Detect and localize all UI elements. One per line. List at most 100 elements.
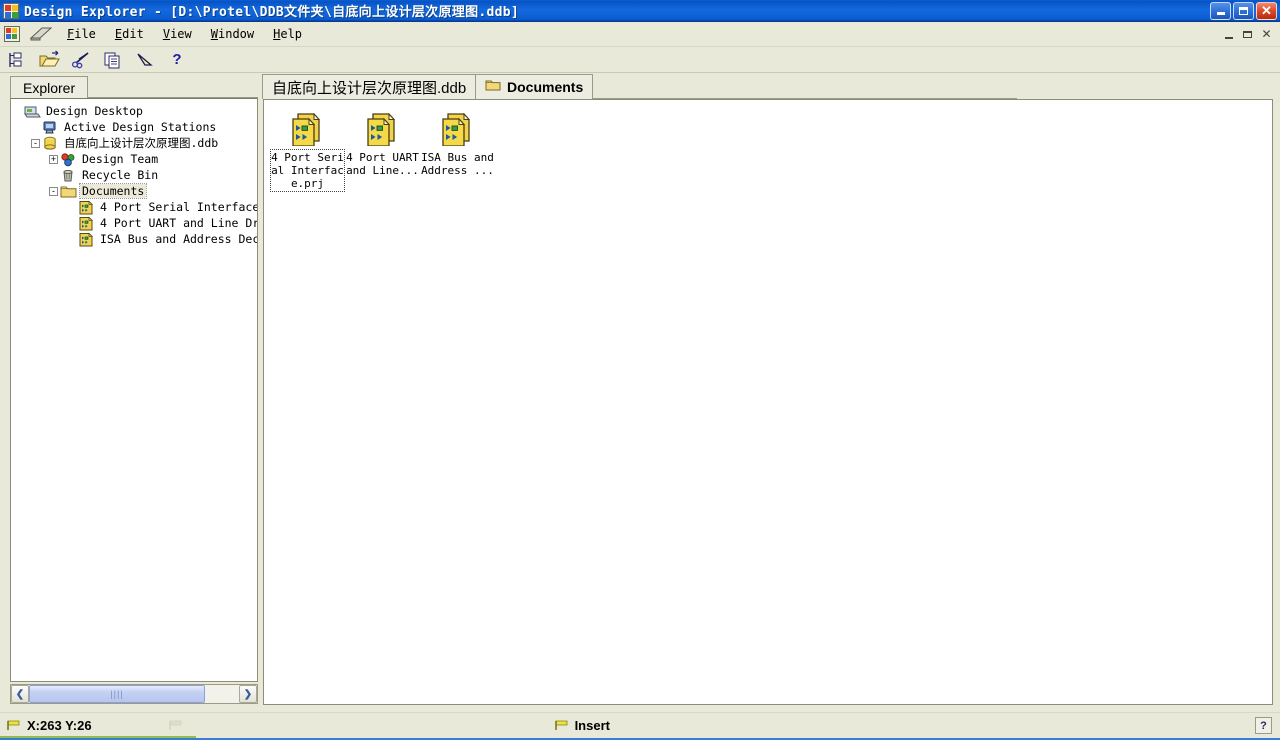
mdi-window-controls: ✕ — [1221, 27, 1280, 41]
toolbar-explorer-panel-button[interactable] — [6, 50, 28, 70]
tree-item-documents-label: Documents — [78, 183, 148, 199]
explorer-tab-filler — [82, 80, 258, 98]
tree-item-documents[interactable]: - Documents — [13, 183, 257, 199]
toolbar-help-button[interactable]: ? — [166, 50, 188, 70]
menu-window-rest: indow — [218, 27, 255, 41]
document-item-isa-bus-and-address[interactable]: ISA Bus and Address ... — [420, 108, 495, 178]
protel-app-icon — [3, 2, 19, 19]
tree-item-ddb-label: 自底向上设计层次原理图.ddb — [64, 136, 219, 150]
menu-bar: File Edit View Window Help ✕ — [0, 22, 1280, 47]
question-mark-icon-status: ? — [1260, 719, 1267, 732]
tree-item-4-port-uart-and-line-driver-label: 4 Port UART and Line Drive — [100, 216, 258, 230]
status-coordinates: X:263 Y:26 — [6, 718, 92, 733]
mdi-app-icon[interactable] — [4, 26, 20, 42]
menu-edit-rest: dit — [122, 27, 144, 41]
tree-item-design-desktop[interactable]: Design Desktop — [13, 103, 257, 119]
document-panel: 自底向上设计层次原理图.ddb Documents 4 Port Serial … — [262, 74, 1274, 706]
status-coordinates-label: X:263 Y:26 — [27, 718, 92, 733]
menu-file-rest: ile — [74, 27, 96, 41]
menu-help[interactable]: Help — [270, 25, 305, 43]
document-items: 4 Port Serial Interface.prj 4 Port UART a… — [264, 100, 1272, 199]
menu-window[interactable]: Window — [208, 25, 257, 43]
tree-item-design-team[interactable]: + Design Team — [13, 151, 257, 167]
tree-item-design-desktop-label: Design Desktop — [46, 104, 143, 118]
tree-item-4-port-uart-and-line-driver[interactable]: 4 Port UART and Line Drive — [13, 215, 257, 231]
breadcrumb-tab-ddb-label: 自底向上设计层次原理图.ddb — [272, 79, 467, 97]
project-file-icon — [78, 216, 95, 231]
mdi-restore-button[interactable] — [1240, 27, 1255, 41]
hscroll-track[interactable]: |||| — [29, 685, 239, 703]
breadcrumb: 自底向上设计层次原理图.ddb Documents — [262, 74, 1274, 99]
tree-item-active-design-stations-label: Active Design Stations — [64, 120, 217, 134]
explorer-hscrollbar[interactable]: ❮ |||| ❯ — [10, 684, 258, 704]
menu-edit[interactable]: Edit — [112, 25, 147, 43]
ddb-icon — [42, 136, 59, 151]
document-item-4-port-uart-and-line[interactable]: 4 Port UART and Line... — [345, 108, 420, 178]
status-insert-label: Insert — [574, 718, 610, 733]
collapse-icon[interactable]: - — [49, 186, 58, 196]
toolbar-cut-button[interactable] — [70, 50, 92, 70]
toolbar: ? — [0, 47, 1280, 73]
hscroll-left-button[interactable]: ❮ — [11, 685, 29, 703]
title-bar: Design Explorer - [D:\Protel\DDB文件夹\自底向上… — [0, 0, 1280, 22]
mdi-close-button[interactable]: ✕ — [1259, 27, 1274, 41]
breadcrumb-tab-ddb[interactable]: 自底向上设计层次原理图.ddb — [262, 74, 477, 99]
tree-root: Design Desktop Active Design Stations - 自底向… — [11, 99, 257, 247]
expand-icon[interactable]: + — [49, 154, 58, 164]
tab-explorer[interactable]: Explorer — [10, 76, 89, 98]
status-help-button[interactable]: ? — [1255, 717, 1272, 734]
status-secondary-icon — [168, 719, 183, 732]
breadcrumb-tab-documents[interactable]: Documents — [475, 74, 594, 99]
minimize-glyph — [1216, 12, 1225, 15]
document-item-4-port-serial-interface-label: 4 Port Serial Interface.prj — [270, 149, 345, 192]
tree-item-design-team-label: Design Team — [82, 152, 159, 166]
mdi-restore-glyph — [1243, 30, 1252, 38]
folder-icon — [485, 78, 501, 96]
window-title: Design Explorer - [D:\Protel\DDB文件夹\自底向上… — [24, 5, 520, 20]
project-doc-icon — [438, 110, 478, 147]
project-file-icon — [78, 232, 95, 247]
menu-item-list: File Edit View Window Help — [64, 25, 305, 43]
toolbar-paste-arrow-button[interactable] — [134, 50, 156, 70]
window-controls: ✕ — [1210, 1, 1280, 20]
menu-help-rest: elp — [280, 27, 303, 41]
desktop-icon — [24, 104, 41, 119]
document-list-area[interactable]: 4 Port Serial Interface.prj 4 Port UART a… — [263, 99, 1273, 705]
document-item-4-port-serial-interface[interactable]: 4 Port Serial Interface.prj — [270, 108, 345, 192]
hscroll-thumb-grip: |||| — [110, 689, 124, 699]
status-insert-mode: Insert — [554, 718, 610, 733]
minimize-button[interactable] — [1210, 1, 1231, 20]
collapse-icon[interactable]: - — [31, 138, 40, 148]
tree-item-active-design-stations[interactable]: Active Design Stations — [13, 119, 257, 135]
maximize-glyph — [1239, 6, 1248, 15]
project-doc-icon — [288, 110, 328, 147]
status-bar: X:263 Y:26 Insert ? — [0, 712, 1280, 738]
explorer-panel: Explorer Design Desktop Active Design Sta… — [4, 76, 258, 706]
mdi-minimize-button[interactable] — [1221, 27, 1236, 41]
menu-file[interactable]: File — [64, 25, 99, 43]
toolbar-copy-button[interactable] — [102, 50, 124, 70]
tree-item-4-port-serial-interface[interactable]: 4 Port Serial Interface.pr — [13, 199, 257, 215]
mdi-minimize-glyph — [1224, 36, 1233, 39]
menu-view[interactable]: View — [160, 25, 195, 43]
question-mark-icon: ? — [172, 51, 182, 68]
flag-icon — [6, 719, 21, 732]
tab-explorer-label: Explorer — [23, 79, 76, 96]
explorer-tree[interactable]: Design Desktop Active Design Stations - 自底向… — [10, 98, 258, 682]
tree-item-recycle-bin-label: Recycle Bin — [82, 168, 159, 182]
flag-icon-insert — [554, 719, 569, 732]
tree-item-recycle-bin[interactable]: Recycle Bin — [13, 167, 257, 183]
tree-item-ddb[interactable]: - 自底向上设计层次原理图.ddb — [13, 135, 257, 151]
maximize-button[interactable] — [1233, 1, 1254, 20]
close-button[interactable]: ✕ — [1256, 1, 1277, 20]
recycle-bin-icon — [60, 168, 77, 183]
project-file-icon — [78, 200, 95, 215]
hscroll-thumb[interactable]: |||| — [29, 685, 205, 703]
document-icon — [28, 25, 54, 43]
tree-item-isa-bus-and-address-decoder[interactable]: ISA Bus and Address Decodi — [13, 231, 257, 247]
project-doc-icon — [363, 110, 403, 147]
hscroll-right-button[interactable]: ❯ — [239, 685, 257, 703]
explorer-tab-row: Explorer — [4, 76, 258, 98]
tree-item-4-port-serial-interface-label: 4 Port Serial Interface.pr — [100, 200, 258, 214]
toolbar-open-button[interactable] — [38, 50, 60, 70]
